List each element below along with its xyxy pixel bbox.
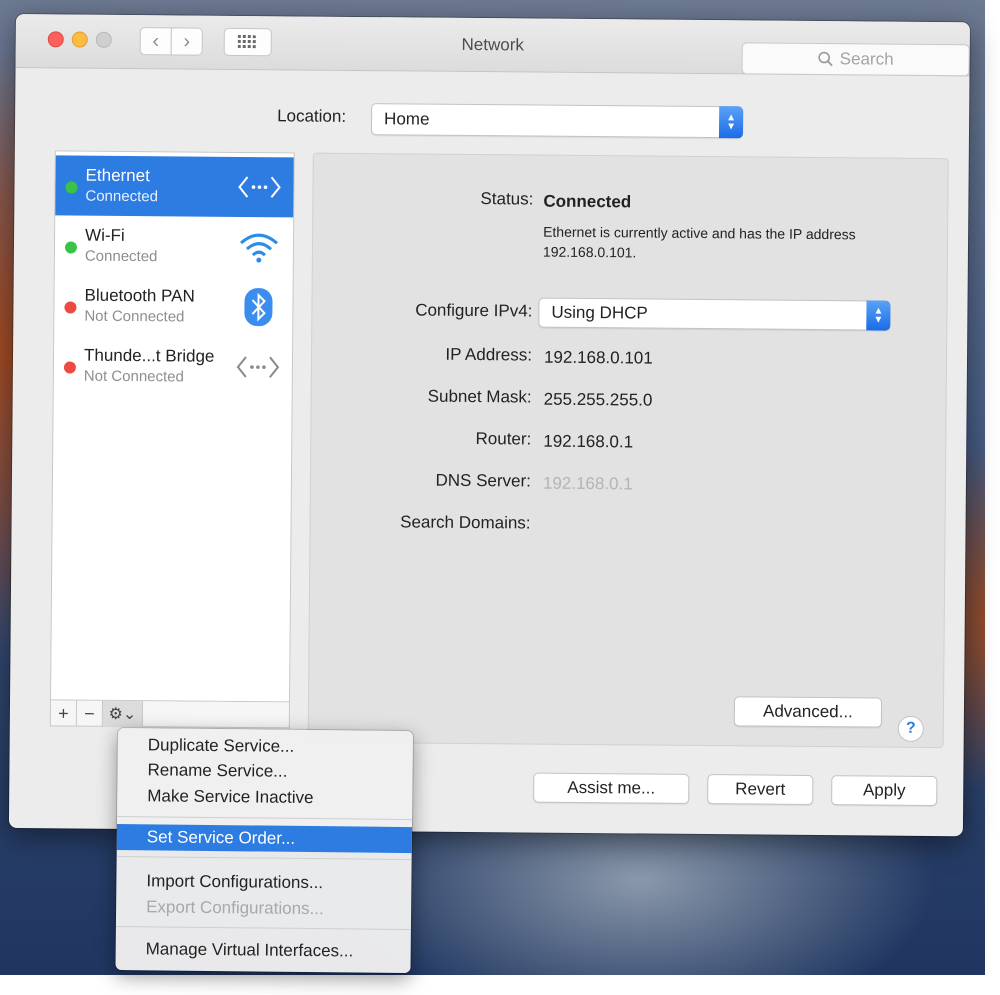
help-button[interactable]: ? — [897, 715, 924, 742]
router-value: 192.168.0.1 — [543, 431, 634, 452]
grid-icon — [237, 34, 256, 49]
show-all-button[interactable] — [223, 27, 272, 57]
menu-item-manage-virtual-interfaces[interactable]: Manage Virtual Interfaces... — [116, 936, 411, 965]
popup-arrows-icon: ▲ ▼ — [866, 300, 891, 331]
service-item-thunderbolt-bridge[interactable]: Thunde...t Bridge Not Connected — [54, 335, 293, 397]
revert-button[interactable]: Revert — [707, 774, 814, 805]
service-name: Wi-Fi — [84, 225, 125, 245]
configure-ipv4-label: Configure IPv4: — [415, 300, 533, 321]
location-label: Location: — [277, 106, 347, 126]
search-placeholder: Search — [839, 49, 894, 69]
service-item-ethernet[interactable]: Ethernet Connected — [55, 155, 294, 218]
ip-address-label: IP Address: — [445, 344, 533, 365]
search-domains-label: Search Domains: — [400, 512, 531, 533]
status-dot-green — [64, 241, 78, 254]
remove-service-button[interactable]: − — [76, 700, 104, 727]
menu-separator — [117, 815, 413, 821]
advanced-button[interactable]: Advanced... — [733, 696, 883, 728]
chevron-left-icon: ‹ — [152, 29, 160, 52]
status-description: Ethernet is currently active and has the… — [542, 223, 856, 261]
router-label: Router: — [475, 429, 532, 449]
ip-address-value: 192.168.0.101 — [543, 347, 653, 368]
service-status: Not Connected — [83, 367, 184, 386]
status-label: Status: — [480, 189, 534, 209]
service-status: Connected — [85, 187, 159, 206]
menu-separator — [116, 855, 412, 861]
service-item-bluetooth-pan[interactable]: Bluetooth PAN Not Connected — [54, 275, 293, 337]
bluetooth-icon — [236, 288, 280, 327]
back-button[interactable]: ‹ — [139, 27, 172, 56]
menu-item-set-service-order[interactable]: Set Service Order... — [116, 823, 412, 854]
location-value: Home — [384, 109, 430, 129]
search-input[interactable]: Search — [741, 42, 970, 77]
search-icon — [818, 51, 833, 67]
add-service-button[interactable]: + — [50, 700, 78, 727]
location-popup[interactable]: Home ▲ ▼ — [370, 103, 744, 139]
service-item-wifi[interactable]: Wi-Fi Connected — [55, 215, 294, 277]
menu-item-rename-service[interactable]: Rename Service... — [117, 757, 412, 786]
service-name: Ethernet — [85, 165, 150, 186]
image-border-right — [985, 0, 1000, 995]
assist-me-button[interactable]: Assist me... — [533, 772, 690, 804]
menu-item-import-configurations[interactable]: Import Configurations... — [116, 868, 411, 897]
service-detail-panel: Status: Connected Ethernet is currently … — [307, 152, 949, 749]
subnet-mask-label: Subnet Mask: — [427, 386, 532, 407]
service-status: Connected — [84, 247, 158, 266]
configure-ipv4-popup[interactable]: Using DHCP ▲ ▼ — [538, 297, 891, 331]
menu-item-export-configurations: Export Configurations... — [146, 897, 324, 919]
thunderbolt-bridge-icon — [236, 349, 280, 385]
dns-server-value: 192.168.0.1 — [542, 473, 633, 494]
gear-action-menu-button[interactable]: ⚙⌄ — [102, 700, 144, 728]
gear-icon: ⚙⌄ — [108, 705, 137, 724]
gear-action-menu: Duplicate Service... Rename Service... M… — [115, 728, 413, 974]
service-toolbar: + − ⚙⌄ — [49, 700, 291, 729]
service-list: Ethernet Connected Wi-Fi Connected Bluet… — [50, 150, 295, 703]
image-border-bottom — [0, 975, 1000, 995]
service-name: Bluetooth PAN — [84, 285, 195, 306]
status-dot-green — [65, 181, 78, 194]
service-name: Thunde...t Bridge — [83, 345, 215, 366]
forward-button[interactable]: › — [170, 27, 203, 56]
status-value: Connected — [543, 191, 632, 212]
network-preferences-window: Network ‹ › Search Location: Home ▲ ▼ Et… — [8, 14, 970, 837]
chevron-right-icon: › — [183, 29, 191, 53]
dns-server-label: DNS Server: — [435, 470, 532, 491]
popup-arrows-icon: ▲ ▼ — [718, 106, 744, 139]
apply-button[interactable]: Apply — [831, 775, 938, 807]
status-dot-red — [64, 301, 77, 314]
service-status: Not Connected — [84, 307, 185, 326]
menu-item-make-service-inactive[interactable]: Make Service Inactive — [117, 783, 412, 812]
subnet-mask-value: 255.255.255.0 — [543, 389, 653, 410]
ethernet-icon — [237, 169, 281, 205]
configure-ipv4-value: Using DHCP — [551, 302, 648, 323]
wifi-icon — [237, 229, 281, 265]
status-dot-red — [63, 361, 76, 374]
menu-separator — [115, 925, 411, 931]
